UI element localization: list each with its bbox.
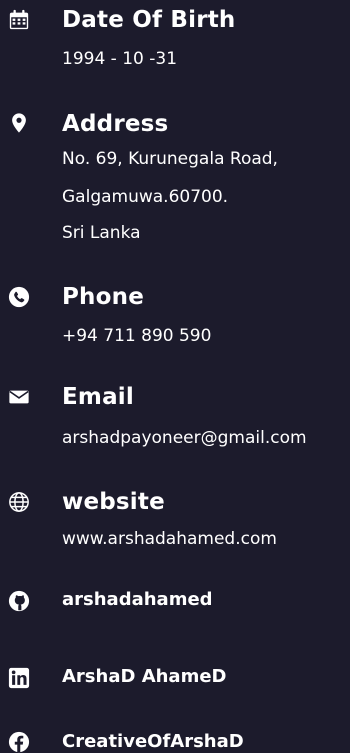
envelope-icon [8,386,30,408]
address-line-3: Sri Lanka [62,223,141,243]
address-line-2: Galgamuwa.60700. [62,187,229,207]
linkedin-name[interactable]: ArshaD AhameD [62,666,227,688]
phone-title: Phone [62,284,145,310]
facebook-name[interactable]: CreativeOfArshaD [62,731,244,753]
address-title: Address [62,111,169,137]
email-value[interactable]: arshadpayoneer@gmail.com [62,427,307,449]
calendar-icon [8,9,30,31]
facebook-icon[interactable] [8,731,30,753]
globe-icon [8,491,30,513]
phone-icon [8,286,30,308]
dob-title: Date Of Birth [62,7,236,33]
website-value[interactable]: www.arshadahamed.com [62,528,277,550]
linkedin-icon[interactable] [8,667,30,689]
location-pin-icon [8,112,30,134]
email-title: Email [62,384,134,410]
website-title: website [62,489,165,515]
github-icon[interactable] [8,590,30,612]
github-username[interactable]: arshadahamed [62,589,213,611]
dob-value: 1994 - 10 -31 [62,49,178,69]
address-line-1: No. 69, Kurunegala Road, [62,149,278,169]
phone-value[interactable]: +94 711 890 590 [62,325,211,347]
